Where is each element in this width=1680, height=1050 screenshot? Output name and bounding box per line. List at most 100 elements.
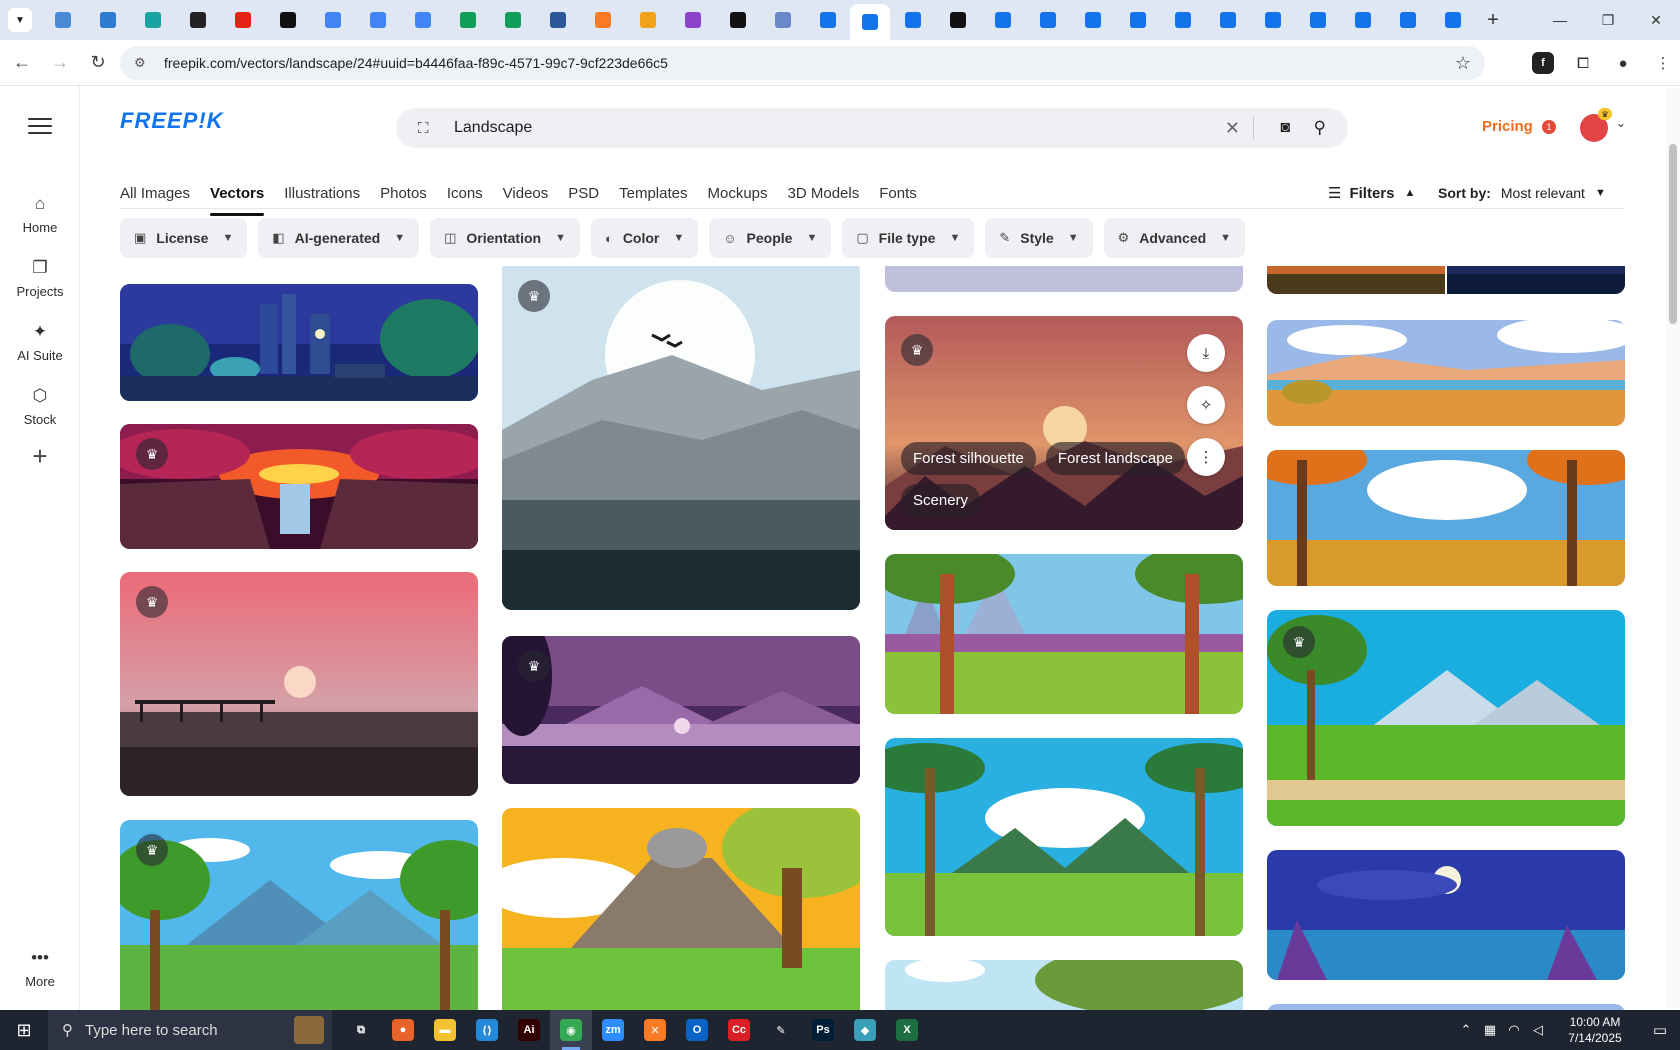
result-card-autumn-field[interactable] xyxy=(1267,450,1625,586)
filter-chip-people[interactable]: ☺ People ▼ xyxy=(709,218,832,258)
browser-tab[interactable] xyxy=(220,4,265,36)
freepik-logo[interactable]: FREEP!K xyxy=(120,108,224,134)
browser-tab[interactable] xyxy=(935,4,980,36)
browser-tab[interactable] xyxy=(355,4,400,36)
browser-tab[interactable] xyxy=(40,4,85,36)
filter-chip-advanced[interactable]: ⚙ Advanced ▼ xyxy=(1103,218,1246,258)
clear-search-icon[interactable]: ✕ xyxy=(1225,118,1240,139)
tab-fonts[interactable]: Fonts xyxy=(879,178,917,208)
kebab-menu-icon[interactable]: ⋮ xyxy=(1646,46,1680,80)
result-card-desert-lake[interactable] xyxy=(1267,320,1625,426)
puzzle-icon[interactable]: ⧠ xyxy=(1566,46,1600,80)
result-card-green-hills[interactable] xyxy=(885,960,1243,1010)
taskbar-app[interactable]: ● xyxy=(382,1010,424,1050)
tab-icons[interactable]: Icons xyxy=(447,178,483,208)
result-card-waterfall-sunset[interactable]: ♛ xyxy=(120,424,478,549)
profile-avatar-icon[interactable]: ● xyxy=(1606,46,1640,80)
browser-tab[interactable] xyxy=(490,4,535,36)
new-tab-button[interactable]: + xyxy=(1475,4,1511,36)
extension-f-icon[interactable]: f xyxy=(1532,52,1554,74)
close-window-button[interactable]: ✕ xyxy=(1632,0,1680,40)
taskbar-app[interactable]: Ps xyxy=(802,1010,844,1050)
camera-search-icon[interactable]: ◙ xyxy=(1280,119,1290,137)
result-card-pier-sunset[interactable]: ♛ xyxy=(120,572,478,796)
user-avatar[interactable]: ♛ xyxy=(1580,108,1612,142)
download-icon[interactable]: ⤓ xyxy=(1187,334,1225,372)
tag-forest-silhouette[interactable]: Forest silhouette xyxy=(901,442,1036,475)
forward-button[interactable]: → xyxy=(44,47,76,79)
tab-illustrations[interactable]: Illustrations xyxy=(284,178,360,208)
tab-videos[interactable]: Videos xyxy=(503,178,549,208)
browser-tab[interactable] xyxy=(1250,4,1295,36)
ai-edit-sparkle-icon[interactable]: ✧ xyxy=(1187,386,1225,424)
taskbar-app[interactable]: ✎ xyxy=(760,1010,802,1050)
search-input[interactable] xyxy=(454,119,1154,137)
nav-home[interactable]: ⌂ Home xyxy=(0,194,80,235)
taskbar-search[interactable]: ⚲ Type here to search xyxy=(48,1010,332,1050)
sort-dropdown[interactable]: Sort by: Most relevant ▼ xyxy=(1438,178,1606,208)
search-icon[interactable]: ⚲ xyxy=(1314,118,1326,138)
notification-center-icon[interactable]: ▭ xyxy=(1640,1021,1680,1039)
filter-chip-style[interactable]: ✎ Style ▼ xyxy=(985,218,1093,258)
scrollbar-thumb[interactable] xyxy=(1669,144,1677,324)
reload-button[interactable]: ↻ xyxy=(82,47,114,79)
browser-tab[interactable] xyxy=(1385,4,1430,36)
notifications-button[interactable]: ♪ 1 xyxy=(1542,118,1564,140)
result-card-forest-silhouette-hovered[interactable]: ♛ ⤓ ✧ ⋮ Forest silhouette Forest landsca… xyxy=(885,316,1243,530)
taskbar-app[interactable]: X xyxy=(886,1010,928,1050)
result-card-mountain-forest[interactable]: ♛ xyxy=(120,820,478,1010)
browser-tab[interactable] xyxy=(715,4,760,36)
filter-chip-ai-generated[interactable]: ◧ AI-generated ▼ xyxy=(258,218,420,258)
browser-tab[interactable] xyxy=(805,4,850,36)
wifi-icon[interactable]: ◠ xyxy=(1502,1022,1526,1038)
site-info-icon[interactable]: ⚙ xyxy=(134,55,152,71)
tag-forest-landscape[interactable]: Forest landscape xyxy=(1045,442,1185,475)
browser-tab[interactable] xyxy=(1070,4,1115,36)
browser-tab[interactable] xyxy=(1430,4,1475,36)
clock[interactable]: 10:00 AM 7/14/2025 xyxy=(1556,1014,1634,1046)
result-card-palm-valley[interactable] xyxy=(885,738,1243,936)
url-field[interactable]: ⚙ freepik.com/vectors/landscape/24#uuid=… xyxy=(120,46,1485,80)
tab-vectors[interactable]: Vectors xyxy=(210,178,265,216)
taskbar-app[interactable]: O xyxy=(676,1010,718,1050)
browser-tab[interactable] xyxy=(310,4,355,36)
tab-search-button[interactable]: ▼ xyxy=(0,0,40,40)
filter-chip-license[interactable]: ▣ License ▼ xyxy=(120,218,248,258)
network-icon[interactable]: ▦ xyxy=(1478,1022,1502,1038)
browser-tab[interactable] xyxy=(670,4,715,36)
result-card-meadow-lake[interactable] xyxy=(885,554,1243,714)
filter-chip-color[interactable]: ◐ Color ▼ xyxy=(590,218,699,258)
browser-tab[interactable] xyxy=(625,4,670,36)
pricing-link[interactable]: Pricing xyxy=(1482,118,1533,135)
taskbar-app[interactable]: ⧉ xyxy=(340,1010,382,1050)
browser-tab[interactable] xyxy=(980,4,1025,36)
filter-chip-file-type[interactable]: ▢ File type ▼ xyxy=(842,218,975,258)
result-card-alpine-meadow[interactable]: ♛ xyxy=(1267,610,1625,826)
search-type-icon[interactable]: ⛶ xyxy=(418,120,436,137)
browser-tab[interactable] xyxy=(1340,4,1385,36)
browser-tab[interactable] xyxy=(175,4,220,36)
result-card-night-park[interactable] xyxy=(120,284,478,401)
start-button[interactable]: ⊞ xyxy=(0,1010,48,1050)
taskbar-app[interactable]: ⟨⟩ xyxy=(466,1010,508,1050)
more-options-icon[interactable]: ⋮ xyxy=(1187,438,1225,476)
bookmark-star-icon[interactable]: ☆ xyxy=(1455,53,1471,74)
tab-all-images[interactable]: All Images xyxy=(120,178,190,208)
filters-toggle-button[interactable]: ☰ Filters ▲ xyxy=(1328,178,1415,208)
browser-tab[interactable] xyxy=(1205,4,1250,36)
browser-tab[interactable] xyxy=(130,4,175,36)
browser-tab[interactable] xyxy=(535,4,580,36)
tab-templates[interactable]: Templates xyxy=(619,178,687,208)
browser-tab[interactable] xyxy=(1295,4,1340,36)
browser-tab[interactable] xyxy=(1160,4,1205,36)
speaker-icon[interactable]: ◁ xyxy=(1526,1022,1550,1038)
chevron-up-icon[interactable]: ⌃ xyxy=(1454,1022,1478,1038)
minimize-button[interactable]: — xyxy=(1536,0,1584,40)
browser-tab[interactable] xyxy=(265,4,310,36)
taskbar-app[interactable]: Cc xyxy=(718,1010,760,1050)
back-button[interactable]: ← xyxy=(6,47,38,79)
tab-mockups[interactable]: Mockups xyxy=(707,178,767,208)
result-card-volcano-tree[interactable] xyxy=(502,808,860,1010)
browser-tab[interactable] xyxy=(580,4,625,36)
tab-3d-models[interactable]: 3D Models xyxy=(788,178,860,208)
